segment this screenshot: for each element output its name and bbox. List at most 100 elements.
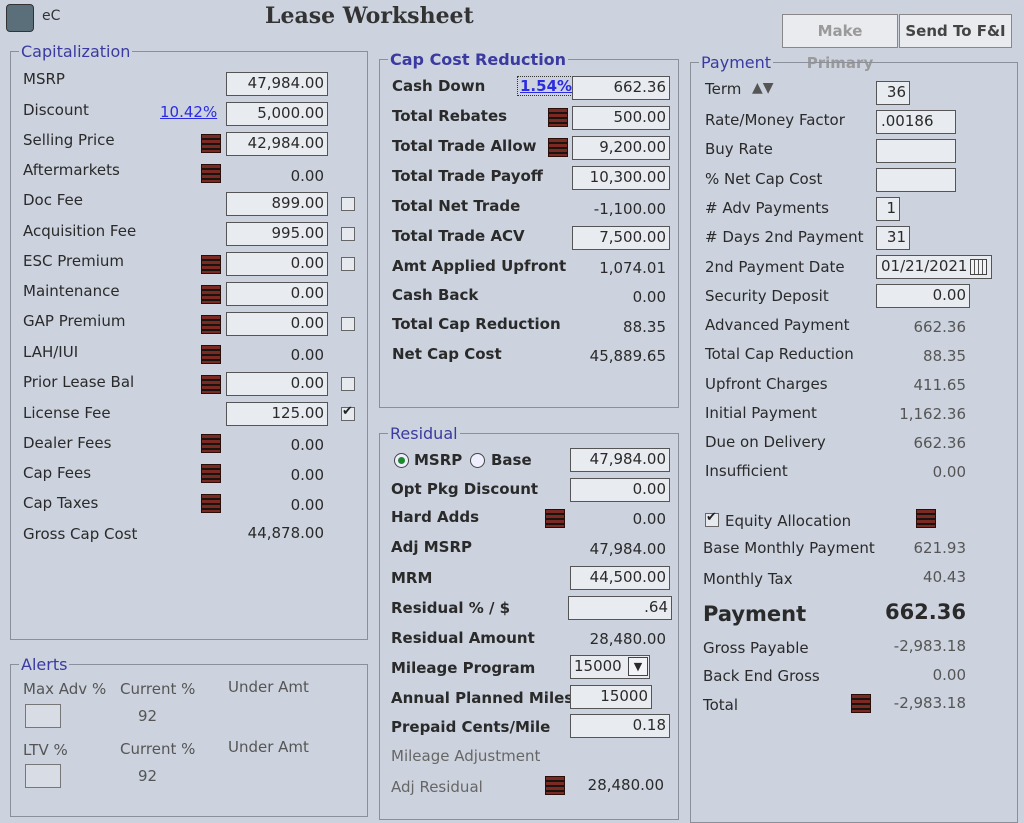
- cap-cost-reduction-legend: Cap Cost Reduction: [390, 50, 567, 69]
- base-radio-label: Base: [491, 451, 532, 469]
- hard-adds-calculator-icon[interactable]: [545, 509, 565, 528]
- equity-allocation-calculator-icon[interactable]: [916, 509, 936, 528]
- residual-legend: Residual: [390, 424, 458, 443]
- payment-value: 662.36: [884, 600, 966, 624]
- opt-pkg-discount-field[interactable]: 0.00: [570, 478, 670, 502]
- dealer-fees-calculator-icon[interactable]: [201, 434, 221, 453]
- acquisition-fee-field[interactable]: 995.00: [226, 222, 328, 246]
- prior-lease-bal-checkbox[interactable]: [341, 377, 355, 391]
- mrm-field[interactable]: 44,500.00: [570, 566, 670, 590]
- adj-residual-label: Adj Residual: [391, 778, 483, 796]
- hard-adds-value: 0.00: [632, 510, 666, 528]
- cash-down-percent-link[interactable]: 1.54%: [517, 76, 576, 96]
- back-end-gross-label: Back End Gross: [703, 667, 820, 685]
- prior-lease-bal-calculator-icon[interactable]: [201, 375, 221, 394]
- term-field[interactable]: 36: [876, 81, 910, 105]
- residual-percent-field[interactable]: .64: [568, 596, 672, 620]
- initial-payment-value: 1,162.36: [899, 405, 966, 423]
- rate-money-factor-label: Rate/Money Factor: [705, 111, 845, 129]
- adv-payments-field[interactable]: 1: [876, 197, 900, 221]
- lah-iui-calculator-icon[interactable]: [201, 345, 221, 364]
- base-monthly-payment-value: 621.93: [913, 539, 967, 557]
- gap-premium-calculator-icon[interactable]: [201, 315, 221, 334]
- lah-iui-value: 0.00: [290, 346, 324, 364]
- days-2nd-payment-label: # Days 2nd Payment: [705, 228, 864, 246]
- residual-amount-value: 28,480.00: [589, 630, 666, 648]
- term-arrows-icon[interactable]: ▲▼: [752, 80, 774, 96]
- upfront-charges-label: Upfront Charges: [705, 375, 828, 393]
- buy-rate-field[interactable]: [876, 139, 956, 163]
- license-fee-label: License Fee: [23, 404, 111, 422]
- maintenance-calculator-icon[interactable]: [201, 285, 221, 304]
- license-fee-field[interactable]: 125.00: [226, 402, 328, 426]
- doc-fee-label: Doc Fee: [23, 191, 84, 209]
- total-net-trade-value: -1,100.00: [593, 200, 666, 218]
- selling-price-calculator-icon[interactable]: [201, 134, 221, 153]
- adj-msrp-value: 47,984.00: [589, 540, 666, 558]
- esc-premium-field[interactable]: 0.00: [226, 252, 328, 276]
- total-trade-allow-calculator-icon[interactable]: [548, 138, 568, 157]
- esc-premium-checkbox[interactable]: [341, 257, 355, 271]
- hard-adds-label: Hard Adds: [391, 508, 480, 526]
- annual-planned-miles-field[interactable]: 15000: [570, 685, 652, 709]
- aftermarkets-calculator-icon[interactable]: [201, 164, 221, 183]
- gap-premium-checkbox[interactable]: [341, 317, 355, 331]
- esc-premium-calculator-icon[interactable]: [201, 255, 221, 274]
- total-net-trade-label: Total Net Trade: [392, 197, 521, 215]
- buy-rate-label: Buy Rate: [705, 140, 773, 158]
- total-trade-acv-field[interactable]: 7,500.00: [572, 226, 670, 250]
- cap-taxes-label: Cap Taxes: [23, 494, 99, 512]
- msrp-field[interactable]: 47,984.00: [226, 72, 328, 96]
- total-trade-allow-label: Total Trade Allow: [392, 137, 537, 155]
- msrp-radio[interactable]: [394, 453, 409, 468]
- 2nd-payment-date-label: 2nd Payment Date: [705, 258, 845, 276]
- days-2nd-payment-field[interactable]: 31: [876, 226, 910, 250]
- monthly-tax-label: Monthly Tax: [703, 570, 793, 588]
- selling-price-field[interactable]: 42,984.00: [226, 132, 328, 156]
- send-to-fi-button[interactable]: Send To F&I: [899, 14, 1012, 48]
- doc-fee-field[interactable]: 899.00: [226, 192, 328, 216]
- discount-field[interactable]: 5,000.00: [226, 102, 328, 126]
- total-rebates-calculator-icon[interactable]: [548, 108, 568, 127]
- gap-premium-field[interactable]: 0.00: [226, 312, 328, 336]
- gross-payable-label: Gross Payable: [703, 639, 809, 657]
- license-fee-checkbox[interactable]: [341, 404, 355, 421]
- gap-premium-label: GAP Premium: [23, 312, 126, 330]
- total-cap-reduction-label: Total Cap Reduction: [392, 315, 561, 333]
- prior-lease-bal-field[interactable]: 0.00: [226, 372, 328, 396]
- dealer-fees-label: Dealer Fees: [23, 434, 112, 452]
- cap-taxes-value: 0.00: [290, 496, 324, 514]
- chevron-down-icon[interactable]: ▼: [628, 657, 648, 676]
- total-rebates-field[interactable]: 500.00: [572, 106, 670, 130]
- cap-taxes-calculator-icon[interactable]: [201, 494, 221, 513]
- upfront-charges-value: 411.65: [913, 376, 967, 394]
- residual-msrp-field[interactable]: 47,984.00: [570, 448, 670, 472]
- security-deposit-field[interactable]: 0.00: [876, 284, 970, 308]
- cash-back-label: Cash Back: [392, 286, 479, 304]
- aftermarkets-label: Aftermarkets: [23, 161, 120, 179]
- base-radio[interactable]: [470, 453, 485, 468]
- acquisition-fee-checkbox[interactable]: [341, 227, 355, 241]
- total-trade-payoff-label: Total Trade Payoff: [392, 167, 543, 185]
- doc-fee-checkbox[interactable]: [341, 197, 355, 211]
- payment-heading: Payment: [703, 602, 807, 626]
- net-cap-cost-percent-field[interactable]: [876, 168, 956, 192]
- prepaid-cents-mile-label: Prepaid Cents/Mile: [391, 718, 551, 736]
- capitalization-legend: Capitalization: [21, 42, 131, 61]
- prepaid-cents-mile-field[interactable]: 0.18: [570, 714, 670, 738]
- total-trade-payoff-field[interactable]: 10,300.00: [572, 166, 670, 190]
- cap-fees-calculator-icon[interactable]: [201, 464, 221, 483]
- total-trade-allow-field[interactable]: 9,200.00: [572, 136, 670, 160]
- cash-down-field[interactable]: 662.36: [572, 76, 670, 100]
- rate-money-factor-field[interactable]: .00186: [876, 110, 956, 134]
- calendar-icon[interactable]: [970, 259, 987, 275]
- page-title: Lease Worksheet: [265, 3, 474, 29]
- insufficient-label: Insufficient: [705, 462, 788, 480]
- discount-percent-link[interactable]: 10.42%: [160, 103, 217, 121]
- cap-fees-label: Cap Fees: [23, 464, 92, 482]
- maintenance-field[interactable]: 0.00: [226, 282, 328, 306]
- equity-allocation-checkbox[interactable]: [705, 510, 719, 527]
- make-primary-button[interactable]: Make Primary: [782, 14, 898, 72]
- aftermarkets-value: 0.00: [290, 167, 324, 185]
- total-cap-reduction-value: 88.35: [623, 318, 666, 336]
